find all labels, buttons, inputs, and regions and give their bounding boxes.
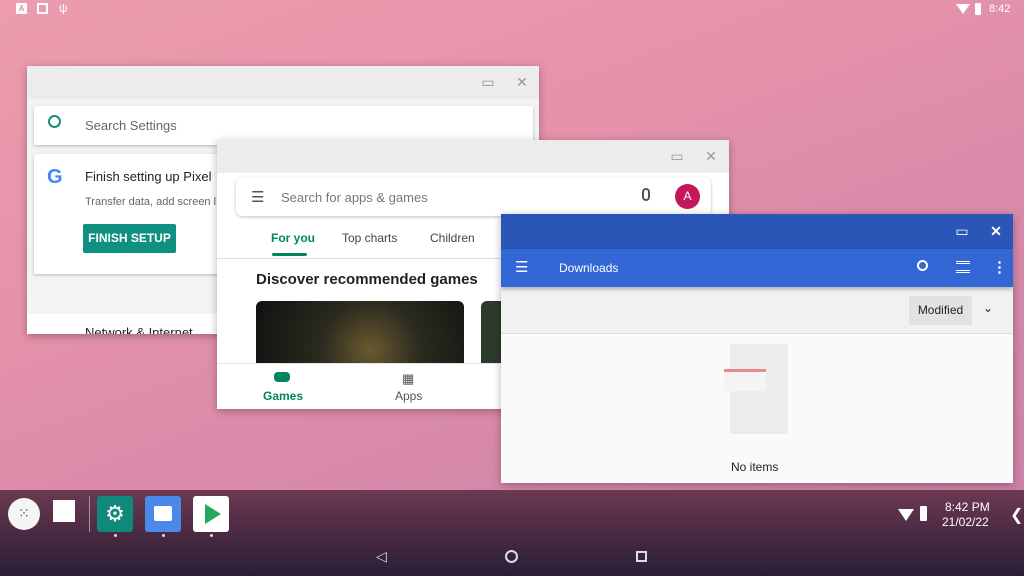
divider — [89, 496, 90, 532]
taskbar-time[interactable]: 8:42 PM — [945, 500, 990, 514]
empty-cabinet-icon — [724, 344, 788, 434]
close-icon[interactable]: ✕ — [514, 74, 530, 90]
finish-setup-button[interactable]: FINISH SETUP — [83, 224, 176, 253]
card-text: Transfer data, add screen l — [85, 196, 217, 208]
menu-icon[interactable]: ☰ — [251, 188, 264, 206]
google-logo-icon: G — [47, 166, 63, 188]
chevron-down-icon[interactable]: ⌄ — [983, 301, 993, 315]
game-thumbnail[interactable] — [256, 301, 464, 363]
usb-icon: ψ — [59, 1, 68, 15]
tab-top-charts[interactable]: Top charts — [342, 231, 397, 245]
list-view-icon[interactable] — [956, 261, 970, 273]
search-icon — [48, 115, 61, 128]
search-icon[interactable] — [917, 260, 928, 271]
status-bar: A ψ 8:42 — [0, 0, 1024, 20]
nav-games[interactable]: Games — [263, 389, 303, 403]
games-icon — [274, 372, 290, 382]
taskbar-settings-icon[interactable]: ⚙ — [97, 496, 133, 532]
tab-indicator — [272, 253, 307, 256]
play-search-bar[interactable]: ☰ Search for apps & games A — [236, 178, 711, 216]
sort-modified-button[interactable]: Modified — [909, 296, 972, 325]
home-button[interactable] — [505, 550, 518, 563]
nav-apps[interactable]: Apps — [395, 389, 422, 403]
play-search-placeholder: Search for apps & games — [281, 190, 428, 205]
taskbar: ⁙ ⚙ 8:42 PM 21/02/22 ❮ ◁ — [0, 490, 1024, 576]
taskbar-files-icon[interactable] — [145, 496, 181, 532]
empty-state-text: No items — [731, 460, 779, 474]
menu-icon[interactable]: ☰ — [515, 258, 528, 276]
tab-children[interactable]: Children — [430, 231, 475, 245]
close-icon[interactable]: ✕ — [703, 148, 719, 164]
battery-icon — [975, 3, 981, 15]
wifi-icon — [956, 4, 970, 14]
files-titlebar[interactable]: ▭ ✕ — [501, 214, 1013, 249]
files-window: ▭ ✕ ☰ Downloads ⋮ Modified ⌄ No items — [501, 214, 1013, 483]
image-icon — [37, 3, 48, 14]
network-internet-item[interactable]: Network & Internet — [85, 325, 193, 334]
avatar[interactable]: A — [675, 184, 700, 209]
recent-apps-grid-icon[interactable] — [53, 500, 75, 522]
apps-icon: ▦ — [402, 371, 415, 386]
close-icon[interactable]: ✕ — [988, 223, 1004, 239]
card-title: Finish setting up Pixel — [85, 169, 212, 184]
taskbar-date[interactable]: 21/02/22 — [942, 515, 989, 529]
status-time: 8:42 — [989, 3, 1011, 15]
files-toolbar: ☰ Downloads ⋮ — [501, 249, 1013, 287]
back-button[interactable]: ◁ — [376, 548, 387, 565]
maximize-icon[interactable]: ▭ — [669, 148, 685, 164]
settings-search-placeholder: Search Settings — [85, 118, 177, 133]
files-title: Downloads — [559, 261, 619, 275]
tab-for-you[interactable]: For you — [271, 231, 315, 245]
taskbar-play-store-icon[interactable] — [193, 496, 229, 532]
recents-button[interactable] — [636, 551, 647, 562]
wifi-icon[interactable] — [898, 509, 914, 521]
chevron-left-icon[interactable]: ❮ — [1010, 505, 1023, 525]
section-heading: Discover recommended games — [256, 271, 478, 288]
app-drawer-icon[interactable]: ⁙ — [8, 498, 40, 530]
settings-titlebar[interactable]: ▭ ✕ — [27, 66, 539, 99]
sort-bar: Modified ⌄ — [501, 287, 1013, 334]
more-options-icon[interactable]: ⋮ — [992, 258, 1007, 276]
maximize-icon[interactable]: ▭ — [480, 74, 496, 90]
mic-icon[interactable] — [642, 188, 650, 201]
notification-a-icon: A — [16, 3, 27, 14]
maximize-icon[interactable]: ▭ — [954, 223, 970, 239]
battery-icon[interactable] — [920, 506, 927, 521]
play-titlebar[interactable]: ▭ ✕ — [217, 140, 729, 173]
